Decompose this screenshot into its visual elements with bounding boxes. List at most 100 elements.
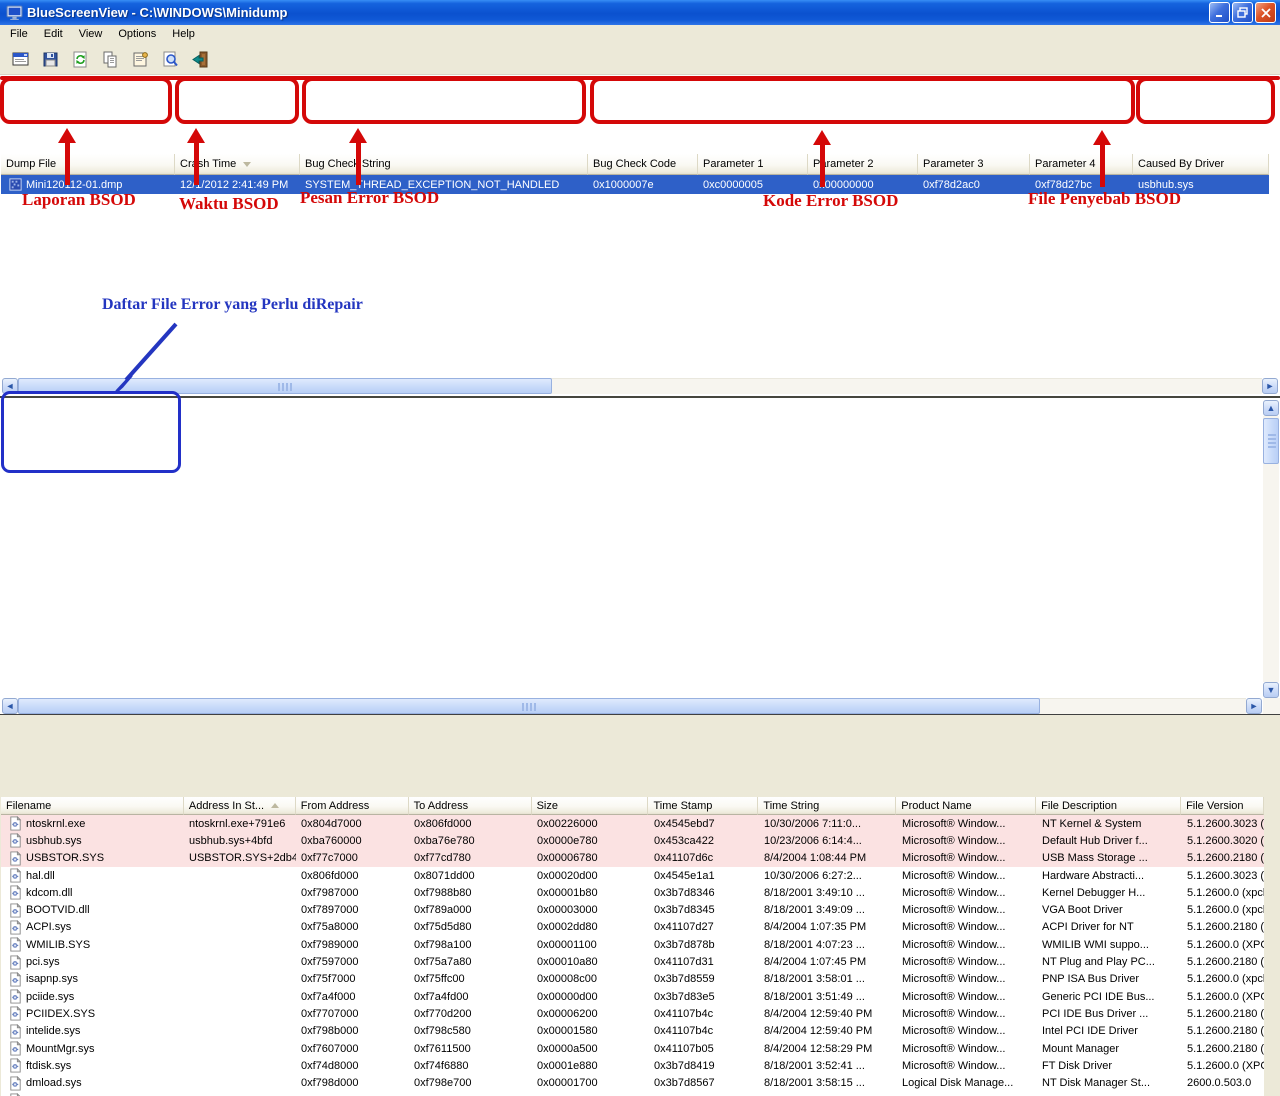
cell-product-name: Microsoft® Window... — [897, 884, 1037, 901]
menu-item-help[interactable]: Help — [164, 25, 203, 44]
minimize-button[interactable] — [1209, 2, 1230, 23]
column-header-label: Size — [537, 800, 558, 812]
column-header-time-string[interactable]: Time String — [758, 797, 896, 815]
cell-time-stamp: 0x3b7d83e5 — [649, 988, 759, 1005]
column-header-filename[interactable]: Filename — [1, 797, 184, 815]
column-header-label: File Description — [1041, 800, 1117, 812]
cell-time-stamp: 0x41107d27 — [649, 919, 759, 936]
cell-time-string: 8/4/2004 12:59:40 PM — [759, 1023, 897, 1040]
cell-filename: USBSTOR.SYS — [1, 850, 184, 867]
cell-file-description: USB Mass Storage ... — [1037, 850, 1182, 867]
column-header-bug-check-code[interactable]: Bug Check Code — [588, 154, 698, 175]
cell-time-stamp: 0x4545ebd7 — [649, 815, 759, 832]
open-dump-file-button[interactable] — [8, 47, 32, 71]
cell-file-version: 5.1.2600.2180 (xps... — [1182, 1023, 1264, 1040]
driver-file-icon — [8, 920, 23, 935]
cell-address-in-st — [184, 953, 296, 970]
menu-item-view[interactable]: View — [71, 25, 111, 44]
driver-file-icon — [8, 885, 23, 900]
cell-filename: pci.sys — [1, 953, 184, 970]
cell-from-address: 0x806fd000 — [296, 867, 409, 884]
table-row[interactable]: WMILIB.SYS0xf79890000xf798a1000x00001100… — [1, 936, 1264, 953]
cell-time-stamp: 0x41107b05 — [649, 1040, 759, 1057]
lower-scroll-right-button[interactable]: ► — [1246, 698, 1262, 714]
cell-size: 0x00008c00 — [532, 971, 649, 988]
column-header-from-address[interactable]: From Address — [296, 797, 409, 815]
copy-selected-button[interactable] — [98, 47, 122, 71]
column-header-file-version[interactable]: File Version — [1181, 797, 1264, 815]
table-row[interactable]: pciide.sys0xf7a4f0000xf7a4fd000x00000d00… — [1, 988, 1264, 1005]
lower-scroll-left-button[interactable]: ◄ — [2, 698, 18, 714]
bluescreenview-window: BlueScreenView - C:\WINDOWS\Minidump Fil… — [0, 0, 1280, 719]
table-row[interactable]: ntoskrnl.exentoskrnl.exe+791e60x804d7000… — [1, 815, 1264, 832]
red-arrow-up — [58, 128, 76, 185]
cell-file-version: 2600.0.503.0 — [1182, 1074, 1264, 1091]
table-row[interactable]: hal.dll0x806fd0000x8071dd000x00020d000x4… — [1, 867, 1264, 884]
cell-file-description: FT Disk Driver — [1037, 1057, 1182, 1074]
table-row[interactable]: ACPI.sys0xf75a80000xf75d5d800x0002dd800x… — [1, 919, 1264, 936]
table-row[interactable]: PCIIDEX.SYS0xf77070000xf770d2000x0000620… — [1, 1005, 1264, 1022]
column-header-parameter-3[interactable]: Parameter 3 — [918, 154, 1030, 175]
table-row[interactable]: dmload.sys0xf798d0000xf798e7000x00001700… — [1, 1074, 1264, 1091]
cell-time-stamp: 0x41107b4c — [649, 1023, 759, 1040]
cell-size: 0x00006780 — [532, 850, 649, 867]
red-annotation-box-dump-file — [0, 77, 172, 124]
column-header-bug-check-string[interactable]: Bug Check String — [300, 154, 588, 175]
column-header-to-address[interactable]: To Address — [409, 797, 532, 815]
close-button[interactable] — [1255, 2, 1276, 23]
exit-button[interactable] — [188, 47, 212, 71]
lower-vscrollbar-thumb[interactable] — [1263, 418, 1279, 464]
table-row[interactable]: intelide.sys0xf798b0000xf798c5800x000015… — [1, 1023, 1264, 1040]
table-row[interactable]: isapnp.sys0xf75f70000xf75ffc000x00008c00… — [1, 971, 1264, 988]
cell-time-stamp: 0x3b7d8567 — [649, 1074, 759, 1091]
table-row[interactable]: MountMgr.sys0xf76070000xf76115000x0000a5… — [1, 1040, 1264, 1057]
lower-scroll-up-button[interactable]: ▲ — [1263, 400, 1279, 416]
cell-time-string: 8/18/2001 3:49:09 ... — [759, 901, 897, 918]
cell-from-address: 0x804d7000 — [296, 815, 409, 832]
menu-item-options[interactable]: Options — [110, 25, 164, 44]
column-header-file-description[interactable]: File Description — [1036, 797, 1181, 815]
cell-time-string: 8/18/2001 3:58:15 ... — [759, 1074, 897, 1091]
column-header-parameter-4[interactable]: Parameter 4 — [1030, 154, 1133, 175]
menu-item-file[interactable]: File — [2, 25, 36, 44]
menu-bar: FileEditViewOptionsHelp — [0, 25, 1280, 44]
red-arrow-up — [813, 130, 831, 187]
lower-hscrollbar-thumb[interactable] — [18, 698, 1040, 714]
column-header-dump-file[interactable]: Dump File — [1, 154, 175, 175]
find-button[interactable] — [158, 47, 182, 71]
cell-product-name: Microsoft® Window... — [897, 1005, 1037, 1022]
upper-scroll-right-button[interactable]: ► — [1262, 378, 1278, 394]
column-header-product-name[interactable]: Product Name — [896, 797, 1036, 815]
menu-item-edit[interactable]: Edit — [36, 25, 71, 44]
column-header-address-in-st[interactable]: Address In St... — [184, 797, 296, 815]
cell-address-in-st: USBSTOR.SYS+2db4 — [184, 850, 296, 867]
cell-time-stamp: 0x3b7d8345 — [649, 901, 759, 918]
cell-filename: ntoskrnl.exe — [1, 815, 184, 832]
column-header-size[interactable]: Size — [532, 797, 649, 815]
cell-address-in-st — [184, 1005, 296, 1022]
properties-button[interactable] — [128, 47, 152, 71]
restore-button[interactable] — [1232, 2, 1253, 23]
cell-size: 0x00001b80 — [532, 884, 649, 901]
save-report-button[interactable] — [38, 47, 62, 71]
cell-product-name: Microsoft® Window... — [897, 1040, 1037, 1057]
column-header-caused-by-driver[interactable]: Caused By Driver — [1133, 154, 1269, 175]
table-row[interactable]: kdcom.dll0xf79870000xf7988b800x00001b800… — [1, 884, 1264, 901]
table-row[interactable]: usbhub.sysusbhub.sys+4bfd0xba7600000xba7… — [1, 832, 1264, 849]
cell-time-string: 8/18/2001 4:07:23 ... — [759, 936, 897, 953]
table-row[interactable]: ftdisk.sys0xf74d80000xf74f68800x0001e880… — [1, 1057, 1264, 1074]
lower-scroll-down-button[interactable]: ▼ — [1263, 682, 1279, 698]
cell-size: 0x00003000 — [532, 901, 649, 918]
refresh-button[interactable] — [68, 47, 92, 71]
column-header-parameter-1[interactable]: Parameter 1 — [698, 154, 808, 175]
red-arrow-up — [349, 128, 367, 185]
cell-time-string: 10/30/2006 6:27:2... — [759, 867, 897, 884]
table-row[interactable]: USBSTOR.SYSUSBSTOR.SYS+2db40xf77c70000xf… — [1, 850, 1264, 867]
cell-from-address: 0xf7a4f000 — [296, 988, 409, 1005]
table-row[interactable]: pci.sys0xf75970000xf75a7a800x00010a800x4… — [1, 953, 1264, 970]
cell-time-stamp: 0x41107d6c — [649, 850, 759, 867]
driver-file-icon — [8, 1058, 23, 1073]
column-header-label: Address In St... — [189, 800, 264, 812]
table-row[interactable]: BOOTVID.dll0xf78970000xf789a0000x0000300… — [1, 901, 1264, 918]
column-header-time-stamp[interactable]: Time Stamp — [648, 797, 758, 815]
